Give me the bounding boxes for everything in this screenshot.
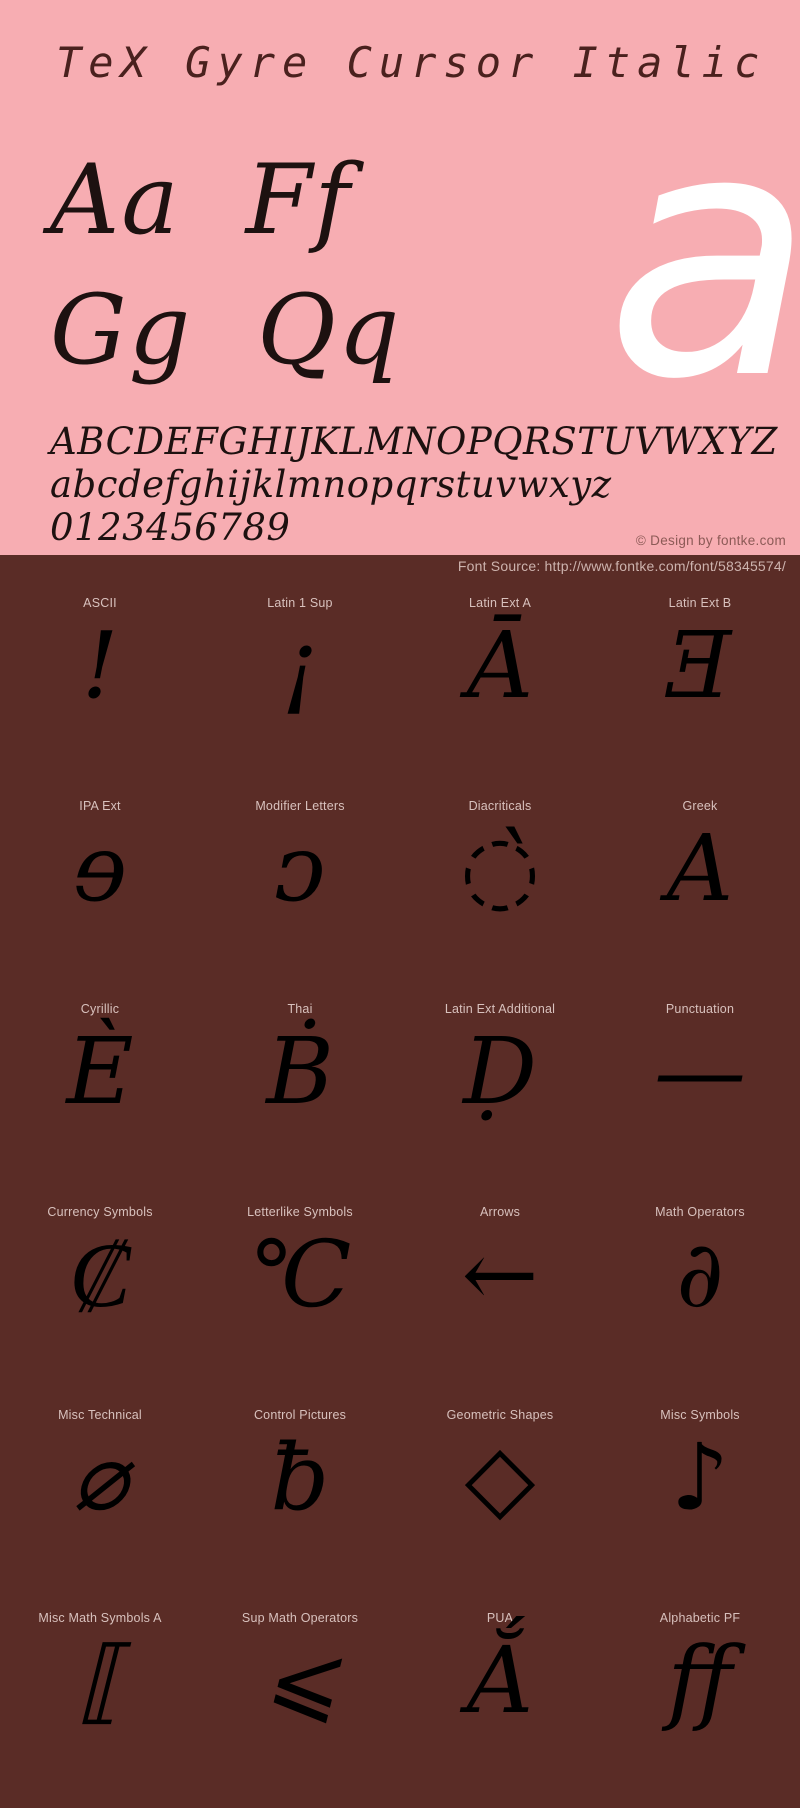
block-glyph: —	[654, 1018, 746, 1125]
block-glyph: ⌀	[72, 1424, 128, 1531]
grid-row: Currency Symbols ₡ Letterlike Symbols ℃ …	[0, 1195, 800, 1398]
block-glyph: Α	[666, 815, 734, 922]
block-cell-arrows: Arrows ←	[400, 1195, 600, 1398]
block-glyph: ◌̀	[459, 815, 541, 922]
grid-row: ASCII ! Latin 1 Sup ¡ Latin Ext A Ā Lati…	[0, 586, 800, 789]
page-title: TeX Gyre Cursor Italic	[56, 38, 767, 87]
block-cell-misc-symbols: Misc Symbols ♪	[600, 1398, 800, 1601]
block-glyph: ₡	[69, 1221, 131, 1328]
watermark-glyph: a	[605, 58, 800, 454]
block-cell-misc-technical: Misc Technical ⌀	[0, 1398, 200, 1601]
block-cell-modifier-letters: Modifier Letters ᴐ	[200, 789, 400, 992]
sample-pair-row: Gg Qq	[50, 274, 402, 386]
block-glyph: Ḍ	[463, 1018, 537, 1125]
sample-pair-row: Aa Ff	[50, 144, 352, 256]
block-glyph: ∂	[676, 1221, 724, 1328]
block-cell-ipa-ext: IPA Ext ɘ	[0, 789, 200, 992]
block-glyph: ¡	[281, 612, 319, 719]
block-cell-latin-ext-a: Latin Ext A Ā	[400, 586, 600, 789]
block-cell-geometric-shapes: Geometric Shapes ◇	[400, 1398, 600, 1601]
block-glyph: Ḃ	[266, 1018, 334, 1125]
block-cell-currency-symbols: Currency Symbols ₡	[0, 1195, 200, 1398]
grid-row: Cyrillic Ѐ Thai Ḃ Latin Ext Additional Ḍ…	[0, 992, 800, 1195]
block-glyph: ♪	[670, 1424, 730, 1531]
block-glyph: Ѐ	[66, 1018, 134, 1125]
design-credit: © Design by fontke.com	[635, 533, 786, 548]
unicode-block-grid: ASCII ! Latin 1 Sup ¡ Latin Ext A Ā Lati…	[0, 586, 800, 1804]
block-cell-greek: Greek Α	[600, 789, 800, 992]
block-glyph: ←	[461, 1221, 539, 1328]
block-glyph: ℃	[248, 1221, 352, 1328]
block-cell-pua: PUA Ắ	[400, 1601, 600, 1804]
font-source-link[interactable]: Font Source: http://www.fontke.com/font/…	[458, 558, 786, 574]
uppercase-alphabet-row: ABCDEFGHIJKLMNOPQRSTUVWXYZ	[50, 420, 778, 463]
block-glyph: ƀ	[270, 1424, 330, 1531]
block-glyph: ff	[667, 1627, 733, 1734]
block-cell-letterlike-symbols: Letterlike Symbols ℃	[200, 1195, 400, 1398]
grid-row: IPA Ext ɘ Modifier Letters ᴐ Diacritical…	[0, 789, 800, 992]
block-glyph: !	[81, 612, 119, 719]
block-glyph: Ā	[466, 612, 534, 719]
block-glyph: Ắ	[466, 1627, 534, 1734]
block-cell-latin-ext-b: Latin Ext B Ǝ	[600, 586, 800, 789]
block-glyph: Ǝ	[666, 612, 734, 719]
block-cell-thai: Thai Ḃ	[200, 992, 400, 1195]
block-cell-math-operators: Math Operators ∂	[600, 1195, 800, 1398]
lowercase-alphabet-row: abcdefghijklmnopqrstuvwxyz	[50, 463, 612, 506]
block-glyph: ᴐ	[274, 815, 326, 922]
grid-row: Misc Math Symbols A ⟦ Sup Math Operators…	[0, 1601, 800, 1804]
block-cell-diacriticals: Diacriticals ◌̀	[400, 789, 600, 992]
block-cell-latin-ext-additional: Latin Ext Additional Ḍ	[400, 992, 600, 1195]
specimen-panel: a TeX Gyre Cursor Italic Aa Ff Gg Qq ABC…	[0, 0, 800, 555]
grid-row: Misc Technical ⌀ Control Pictures ƀ Geom…	[0, 1398, 800, 1601]
block-cell-punctuation: Punctuation —	[600, 992, 800, 1195]
block-cell-sup-math-operators: Sup Math Operators ⩽	[200, 1601, 400, 1804]
block-glyph: ⟦	[77, 1627, 123, 1734]
block-cell-latin-1-sup: Latin 1 Sup ¡	[200, 586, 400, 789]
block-cell-misc-math-symbols-a: Misc Math Symbols A ⟦	[0, 1601, 200, 1804]
block-cell-ascii: ASCII !	[0, 586, 200, 789]
block-glyph: ◇	[464, 1424, 536, 1531]
block-cell-cyrillic: Cyrillic Ѐ	[0, 992, 200, 1195]
numerals-row: 0123456789	[50, 506, 291, 549]
block-glyph: ⩽	[261, 1627, 339, 1734]
block-glyph: ɘ	[72, 815, 128, 922]
font-specimen-page: a TeX Gyre Cursor Italic Aa Ff Gg Qq ABC…	[0, 0, 800, 1808]
block-cell-alphabetic-pf: Alphabetic PF ff	[600, 1601, 800, 1804]
block-cell-control-pictures: Control Pictures ƀ	[200, 1398, 400, 1601]
